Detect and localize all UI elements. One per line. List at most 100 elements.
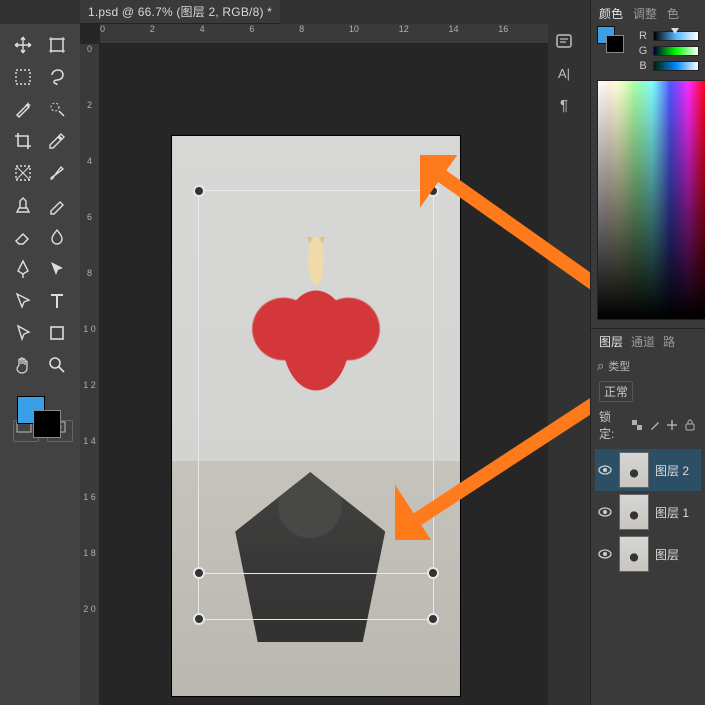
ruler-tick: 1 2	[83, 380, 96, 436]
pen-tool[interactable]	[7, 254, 39, 284]
type-tool[interactable]	[41, 286, 73, 316]
ruler-tick: 16	[498, 24, 548, 43]
vertical-ruler: 024681 01 21 41 61 82 0	[80, 44, 100, 705]
g-slider[interactable]	[653, 46, 699, 56]
layer-row[interactable]: 图层 2	[595, 449, 701, 491]
layer-panel-tabs: 图层 通道 路	[591, 328, 705, 354]
move-tool[interactable]	[7, 30, 39, 60]
lock-position-icon[interactable]	[665, 418, 679, 432]
r-label: R	[637, 30, 649, 42]
pointer-tool[interactable]	[7, 318, 39, 348]
blur-tool[interactable]	[41, 222, 73, 252]
ruler-tick: 14	[448, 24, 498, 43]
brush-tool[interactable]	[41, 158, 73, 188]
ruler-tick: 1 4	[83, 436, 96, 492]
visibility-eye-icon[interactable]	[597, 504, 613, 520]
ruler-tick: 1 8	[83, 548, 96, 604]
visibility-eye-icon[interactable]	[597, 546, 613, 562]
r-slider[interactable]	[653, 31, 699, 41]
layer-filter-row: ⌕ 类型	[591, 354, 705, 378]
visibility-eye-icon[interactable]	[597, 462, 613, 478]
eyedropper-tool[interactable]	[41, 126, 73, 156]
ruler-tick: 8	[87, 268, 92, 324]
eraser-tool[interactable]	[7, 222, 39, 252]
filter-type-label[interactable]: 类型	[608, 358, 630, 374]
character-panel-icon[interactable]: A|	[552, 62, 576, 84]
ruler-tick: 2	[150, 24, 200, 43]
color-tab[interactable]: 颜色	[599, 5, 623, 22]
rgb-sliders: R G B	[631, 26, 705, 78]
crop-tool[interactable]	[7, 126, 39, 156]
document-tab[interactable]: 1.psd @ 66.7% (图层 2, RGB/8) *	[88, 3, 272, 20]
ruler-tick: 12	[399, 24, 449, 43]
layers-list: 图层 2 图层 1 图层	[591, 445, 705, 579]
channels-tab[interactable]: 通道	[631, 333, 655, 350]
shape-tool[interactable]	[41, 318, 73, 348]
layers-tab[interactable]: 图层	[599, 333, 623, 350]
ruler-tick: 6	[87, 212, 92, 268]
right-panels: 颜色 调整 色 R G B 图层 通道 路 ⌕ 类型 正常 锁定: 图层 2图层…	[590, 0, 705, 705]
paths-tab[interactable]: 路	[663, 333, 675, 350]
layer-thumbnail[interactable]	[619, 452, 649, 488]
ruler-tick: 4	[87, 156, 92, 212]
horizontal-ruler: 0246810121416	[100, 24, 548, 44]
layer-row[interactable]: 图层 1	[595, 491, 701, 533]
b-label: B	[637, 60, 649, 72]
ruler-tick: 8	[299, 24, 349, 43]
blend-mode-dropdown[interactable]: 正常	[599, 381, 633, 402]
panel-bg-swatch[interactable]	[606, 35, 624, 53]
lasso-tool[interactable]	[41, 62, 73, 92]
quick-select-tool[interactable]	[41, 94, 73, 124]
ruler-tick: 6	[249, 24, 299, 43]
collapsed-panel-column: A| ¶	[548, 30, 580, 116]
layer-thumbnail[interactable]	[619, 494, 649, 530]
swatches-tab[interactable]: 色	[667, 5, 679, 22]
document-tabbar: 1.psd @ 66.7% (图层 2, RGB/8) *	[80, 0, 280, 24]
paragraph-panel-icon[interactable]: ¶	[552, 94, 576, 116]
foreground-background-swatch[interactable]	[7, 392, 73, 440]
annotation-arrow-top	[420, 155, 615, 305]
ruler-tick: 10	[349, 24, 399, 43]
layer-thumbnail[interactable]	[619, 536, 649, 572]
background-color-swatch[interactable]	[33, 410, 61, 438]
panel-swatch[interactable]	[597, 26, 629, 52]
color-spectrum-picker[interactable]	[597, 80, 705, 320]
artboard-tool[interactable]	[41, 30, 73, 60]
ruler-tick: 4	[200, 24, 250, 43]
ruler-tick: 1 0	[83, 324, 96, 380]
hand-tool[interactable]	[7, 350, 39, 380]
zoom-tool[interactable]	[41, 350, 73, 380]
search-icon[interactable]: ⌕	[597, 358, 604, 374]
lock-all-icon[interactable]	[683, 418, 697, 432]
lock-row: 锁定:	[591, 405, 705, 445]
adjust-tab[interactable]: 调整	[633, 5, 657, 22]
b-slider[interactable]	[653, 61, 699, 71]
lock-brush-icon[interactable]	[648, 418, 662, 432]
layer-row[interactable]: 图层	[595, 533, 701, 575]
wand-tool[interactable]	[7, 94, 39, 124]
ruler-tick: 0	[100, 24, 150, 43]
marquee-tool[interactable]	[7, 62, 39, 92]
layer-name[interactable]: 图层 1	[655, 504, 689, 521]
ruler-tick: 2 0	[83, 604, 96, 660]
canvas-viewport[interactable]	[100, 44, 548, 705]
ruler-tick: 0	[87, 44, 92, 100]
blend-mode-row: 正常	[591, 378, 705, 405]
frame-tool[interactable]	[7, 158, 39, 188]
color-panel-tabs: 颜色 调整 色	[591, 0, 705, 26]
workspace: 0246810121416 024681 01 21 41 61 82 0	[80, 24, 548, 705]
learn-icon[interactable]	[552, 30, 576, 52]
ruler-tick: 1 6	[83, 492, 96, 548]
annotation-arrow-bottom	[395, 390, 610, 540]
ruler-tick: 2	[87, 100, 92, 156]
path-select-tool[interactable]	[41, 254, 73, 284]
layer-name[interactable]: 图层 2	[655, 462, 689, 479]
direct-select-tool[interactable]	[7, 286, 39, 316]
tool-panel	[0, 24, 80, 705]
layer-name[interactable]: 图层	[655, 546, 679, 563]
lock-label: 锁定:	[599, 408, 626, 442]
g-label: G	[637, 45, 649, 57]
clone-tool[interactable]	[7, 190, 39, 220]
lock-transparency-icon[interactable]	[630, 418, 644, 432]
pencil-tool[interactable]	[41, 190, 73, 220]
